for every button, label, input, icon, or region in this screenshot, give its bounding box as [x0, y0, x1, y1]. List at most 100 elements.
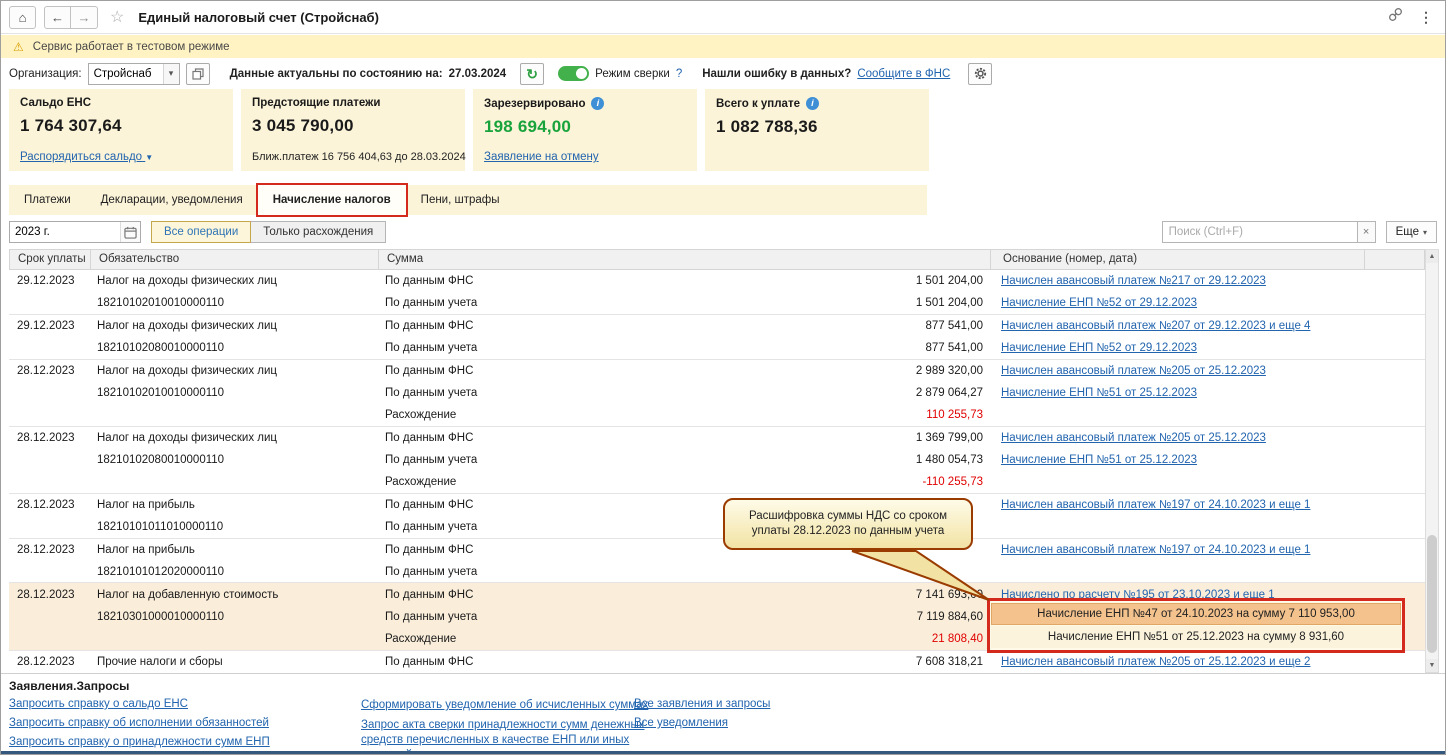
request-link[interactable]: Запросить справку об исполнении обязанно… — [9, 717, 269, 729]
reconcile-mode-toggle[interactable] — [558, 66, 590, 81]
basis-link[interactable]: Начисление ЕНП №51 от 25.12.2023 — [1001, 387, 1197, 399]
window-bottom-edge — [1, 751, 1445, 754]
cell-amount-kind: Расхождение — [385, 632, 457, 645]
table-row[interactable]: 28.12.2023 Налог на доходы физических лиц… — [9, 426, 1425, 450]
organization-dropdown-button[interactable]: ▾ — [162, 63, 179, 84]
reconcile-help-link[interactable]: ? — [676, 68, 682, 80]
basis-link[interactable]: Начислен авансовый платеж №205 от 25.12.… — [1001, 432, 1266, 444]
basis-link[interactable]: Начисление ЕНП №52 от 29.12.2023 — [1001, 342, 1197, 354]
cell-obligation: Прочие налоги и сборы — [97, 655, 223, 668]
basis-link[interactable]: Начислен авансовый платеж №205 от 25.12.… — [1001, 365, 1266, 377]
table-row[interactable]: 18210102010010000110 По данным учета 2 879… — [9, 381, 1425, 405]
search-input[interactable] — [1161, 221, 1358, 243]
refresh-button[interactable]: ↻ — [520, 62, 545, 85]
get-link-icon[interactable] — [1388, 7, 1403, 27]
request-link[interactable]: Запросить справку о сальдо ЕНС — [9, 698, 188, 710]
forward-button[interactable]: → — [71, 5, 98, 29]
tab-declarations[interactable]: Декларации, уведомления — [86, 185, 258, 215]
cell-obligation: 18210102080010000110 — [97, 341, 225, 354]
basis-link[interactable]: Начислен авансовый платеж №217 от 29.12.… — [1001, 275, 1266, 287]
error-prompt: Нашли ошибку в данных? — [702, 67, 852, 80]
request-link[interactable]: Запросить справку о принадлежности сумм … — [9, 736, 270, 748]
cell-amount: 110 255,73 — [926, 409, 983, 422]
organization-combo[interactable]: ▾ — [87, 62, 180, 85]
scroll-down-icon[interactable]: ▼ — [1426, 659, 1438, 672]
request-link[interactable]: Сформировать уведомление об исчисленных … — [361, 698, 661, 713]
cell-basis: Начислен авансовый платеж №197 от 24.10.… — [989, 499, 1425, 511]
year-input[interactable] — [10, 222, 120, 242]
table-row[interactable]: 28.12.2023 Налог на прибыль По данным ФНС Н… — [9, 538, 1425, 562]
favorite-star-icon[interactable]: ☆ — [110, 7, 124, 27]
clear-search-button[interactable]: × — [1357, 221, 1376, 243]
cell-due-date: 28.12.2023 — [17, 431, 75, 444]
cell-obligation: 18210102010010000110 — [97, 387, 225, 400]
basis-link[interactable]: Начислен авансовый платеж №197 от 24.10.… — [1001, 544, 1310, 556]
basis-link[interactable]: Начислен авансовый платеж №197 от 24.10.… — [1001, 499, 1310, 511]
cell-amount: 1 480 054,73 — [915, 454, 983, 467]
more-button[interactable]: Еще ▾ — [1385, 221, 1437, 243]
table-row[interactable]: 29.12.2023 Налог на доходы физических лиц… — [9, 314, 1425, 338]
table-row[interactable]: 28.12.2023 Прочие налоги и сборы По данным… — [9, 650, 1425, 674]
column-header-amount[interactable]: Сумма — [378, 250, 990, 269]
all-operations-toggle[interactable]: Все операции — [151, 221, 252, 243]
dispose-balance-link[interactable]: Распорядиться сальдо ▼ — [20, 151, 153, 163]
table-row[interactable]: 18210102080010000110 По данным учета 1 480… — [9, 449, 1425, 472]
column-header-basis[interactable]: Основание (номер, дата) — [990, 250, 1364, 269]
report-to-fns-link[interactable]: Сообщите в ФНС — [857, 68, 950, 80]
cell-amount: 7 119 884,60 — [916, 611, 983, 624]
table-row[interactable]: Расхождение -110 255,73 — [9, 471, 1425, 494]
forward-icon: → — [77, 9, 91, 25]
page-title: Единый налоговый счет (Стройснаб) — [138, 9, 379, 25]
only-discrepancies-toggle[interactable]: Только расхождения — [251, 221, 387, 243]
basis-link[interactable]: Начисление ЕНП №51 от 25.12.2023 — [1001, 454, 1197, 466]
basis-link[interactable]: Начислен авансовый платеж №207 от 29.12.… — [1001, 320, 1310, 332]
cell-amount-kind: По данным ФНС — [385, 431, 474, 444]
home-button[interactable]: ⌂ — [9, 5, 36, 29]
table-row[interactable]: 29.12.2023 Налог на доходы физических лиц… — [9, 270, 1425, 293]
info-icon[interactable]: i — [805, 97, 819, 110]
table-row[interactable]: 18210101011010000110 По данным учета — [9, 516, 1425, 539]
warning-icon: ⚠ — [13, 39, 24, 54]
calendar-button[interactable] — [120, 222, 140, 242]
cell-basis: Начисление ЕНП №51 от 25.12.2023 — [989, 454, 1425, 466]
tab-penalties[interactable]: Пени, штрафы — [406, 185, 515, 215]
organization-open-button[interactable] — [185, 62, 210, 85]
cell-obligation: Налог на доходы физических лиц — [97, 364, 278, 377]
settings-button[interactable] — [968, 62, 993, 85]
table-row[interactable]: Расхождение 110 255,73 — [9, 404, 1425, 427]
back-icon: ← — [51, 9, 64, 25]
table-row[interactable]: 28.12.2023 Налог на прибыль По данным ФНС Н… — [9, 493, 1425, 517]
column-header-obligation[interactable]: Обязательство — [90, 250, 378, 269]
year-picker[interactable] — [9, 221, 141, 243]
popup-item[interactable]: Начисление ЕНП №47 от 24.10.2023 на сумм… — [991, 603, 1401, 625]
request-link[interactable]: Все уведомления — [634, 717, 728, 729]
panel-balance: Сальдо ЕНС 1 764 307,64 Распорядиться са… — [9, 89, 233, 171]
request-link[interactable]: Запрос акта сверки принадлежности сумм д… — [361, 718, 661, 754]
popup-item[interactable]: Начисление ЕНП №51 от 25.12.2023 на сумм… — [991, 626, 1401, 648]
home-icon: ⌂ — [18, 9, 27, 25]
request-link[interactable]: Все заявления и запросы — [634, 698, 770, 710]
menu-icon[interactable]: ⋮ — [1419, 9, 1433, 26]
column-header-due-date[interactable]: Срок уплаты — [10, 250, 90, 269]
basis-link[interactable]: Начислен авансовый платеж №205 от 25.12.… — [1001, 656, 1310, 668]
back-button[interactable]: ← — [44, 5, 71, 29]
basis-link[interactable]: Начисление ЕНП №52 от 29.12.2023 — [1001, 297, 1197, 309]
tab-payments[interactable]: Платежи — [9, 185, 86, 215]
cell-basis: Начисление ЕНП №52 от 29.12.2023 — [989, 342, 1425, 354]
table-row[interactable]: 18210102010010000110 По данным учета 1 501… — [9, 292, 1425, 315]
scroll-up-icon[interactable]: ▲ — [1426, 250, 1438, 263]
info-icon[interactable]: i — [591, 97, 605, 110]
panel-reserved: Зарезервировано i 198 694,00 Заявление на… — [473, 89, 697, 171]
table-row[interactable]: 28.12.2023 Налог на доходы физических лиц… — [9, 359, 1425, 382]
reserved-value: 198 694,00 — [484, 117, 572, 136]
cancel-application-link[interactable]: Заявление на отмену — [484, 151, 599, 163]
tab-accruals[interactable]: Начисление налогов — [255, 183, 408, 217]
cell-amount-kind: По данным учета — [385, 611, 478, 624]
scrollbar-thumb[interactable] — [1427, 535, 1437, 653]
table-row[interactable]: 18210101012020000110 По данным учета — [9, 561, 1425, 584]
cell-due-date: 29.12.2023 — [17, 275, 75, 288]
organization-input[interactable] — [88, 63, 163, 84]
vertical-scrollbar[interactable]: ▲ ▼ — [1425, 249, 1439, 673]
cell-obligation: 18210301000010000110 — [97, 611, 225, 624]
table-row[interactable]: 18210102080010000110 По данным учета 877 5… — [9, 337, 1425, 360]
